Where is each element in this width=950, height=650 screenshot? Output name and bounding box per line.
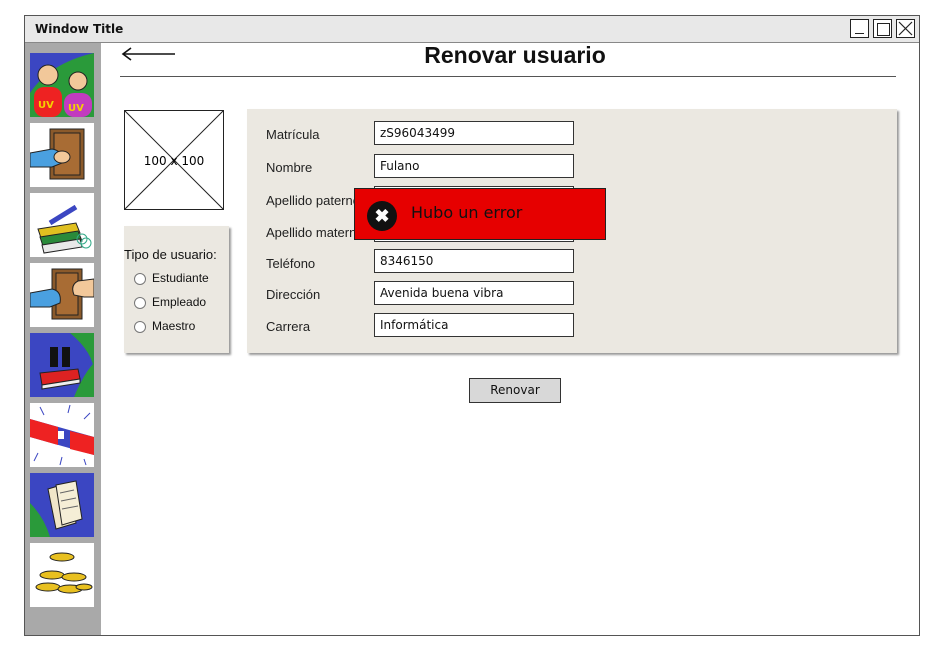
alarm-icon [30,404,94,466]
svg-text:UV: UV [68,103,84,114]
radio-label: Estudiante [152,271,209,285]
radio-label: Empleado [152,295,207,309]
minimize-button[interactable] [850,19,869,38]
radio-circle[interactable] [134,272,146,285]
field-label: Apellido materno [266,225,364,240]
title-divider [120,76,896,77]
user-type-panel: Tipo de usuario: Estudiante Empleado Mae… [124,226,229,353]
sidebar-item-loan[interactable] [30,123,94,187]
books-pen-icon [37,204,92,254]
coins-icon [35,552,93,594]
radio-empleado[interactable]: Empleado [134,295,206,311]
field-label: Teléfono [266,256,316,271]
radio-estudiante[interactable]: Estudiante [134,271,209,287]
nombre-field[interactable]: Fulano [374,154,574,178]
error-toast: ✖ Hubo un error [354,188,606,240]
book-exchange-icon [30,268,94,320]
telefono-field[interactable]: 8346150 [374,249,574,273]
error-message: Hubo un error [411,203,523,222]
page-title: Renovar usuario [424,42,606,68]
renovar-button[interactable]: Renovar [469,378,561,403]
radio-label: Maestro [152,319,196,333]
close-circle-icon[interactable]: ✖ [367,201,397,231]
sidebar-item-fines[interactable] [30,543,94,607]
matricula-field[interactable]: zS96043499 [374,121,574,145]
window-title: Window Title [35,22,124,36]
sidebar: UV UV [25,43,101,635]
field-label: Nombre [266,160,313,175]
user-photo-placeholder: 100 x 100 [124,110,224,210]
field-label: Carrera [266,319,311,334]
sidebar-item-reports[interactable] [30,473,94,537]
sidebar-item-users[interactable]: UV UV [30,53,94,117]
placeholder-label: 100 x 100 [143,154,205,168]
sidebar-item-return[interactable] [30,263,94,327]
radio-maestro[interactable]: Maestro [134,319,195,335]
radio-circle[interactable] [134,320,146,333]
documents-icon [30,480,83,537]
user-type-title: Tipo de usuario: [124,247,217,262]
field-label: Dirección [266,287,321,302]
book-hand-icon [30,128,85,180]
close-button[interactable] [896,19,915,38]
field-label: Matrícula [266,127,320,142]
radio-circle[interactable] [134,296,146,309]
direccion-field[interactable]: Avenida buena vibra [374,281,574,305]
maximize-button[interactable] [873,19,892,38]
pause-book-icon [39,333,94,397]
sidebar-item-alerts[interactable] [30,403,94,467]
svg-text:UV: UV [38,100,54,111]
title-bar: Window Title [25,16,919,43]
field-label: Apellido paterno [266,193,360,208]
users-icon: UV UV [30,53,94,117]
sidebar-item-suspend[interactable] [30,333,94,397]
sidebar-item-register[interactable] [30,193,94,257]
carrera-field[interactable]: Informática [374,313,574,337]
